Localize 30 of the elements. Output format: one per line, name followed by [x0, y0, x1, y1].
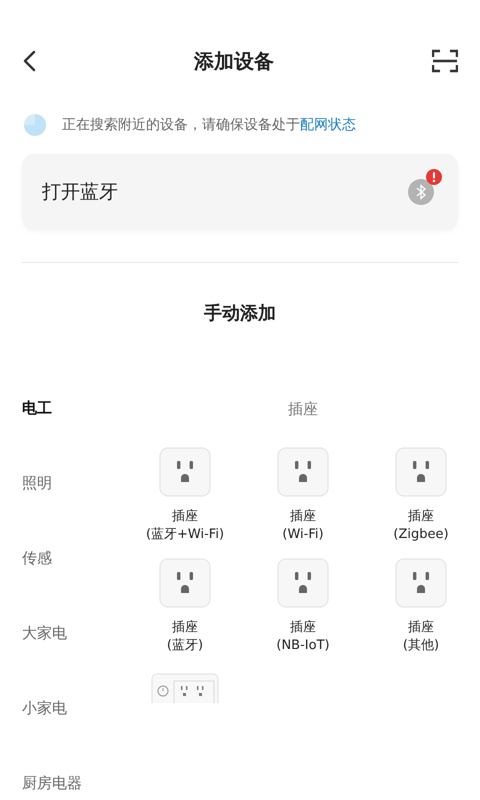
device-name: 插座 (Zigbee) [393, 508, 449, 544]
category-item[interactable]: 大家电 [22, 622, 126, 645]
socket-icon[interactable] [277, 558, 329, 608]
socket-icon[interactable] [395, 558, 447, 608]
network-state-link[interactable]: 配网状态 [300, 117, 356, 133]
device-name: 插座 (蓝牙) [166, 619, 204, 655]
back-icon[interactable] [22, 50, 36, 72]
section-title: 手动添加 [203, 302, 277, 325]
socket-icon[interactable] [159, 558, 211, 608]
bluetooth-icon[interactable] [408, 179, 434, 205]
device-name: 插座 (NB-IoT) [276, 619, 330, 655]
page-title: 添加设备 [194, 48, 274, 74]
bluetooth-label: 打开蓝牙 [42, 180, 118, 205]
search-hint: 正在搜索附近的设备，请确保设备处于配网状态 [62, 116, 356, 134]
scan-icon[interactable] [432, 49, 458, 73]
device-name: 插座 (Wi-Fi) [282, 508, 324, 544]
socket-icon[interactable] [395, 447, 447, 497]
power-strip-icon[interactable] [151, 673, 219, 703]
category-item[interactable]: 小家电 [22, 697, 126, 720]
bluetooth-card[interactable]: 打开蓝牙 [22, 154, 458, 230]
socket-icon[interactable] [159, 447, 211, 497]
loading-icon [24, 114, 46, 136]
category-item[interactable]: 厨房电器 [22, 772, 126, 795]
device-name: 插座 (蓝牙+Wi-Fi) [146, 508, 224, 544]
category-item[interactable]: 照明 [22, 472, 126, 495]
socket-icon[interactable] [277, 447, 329, 497]
group-title: 插座 [287, 400, 319, 419]
device-name: 插座 (其他) [402, 619, 440, 655]
category-item[interactable]: 电工 [22, 397, 126, 420]
category-item[interactable]: 传感 [22, 547, 126, 570]
